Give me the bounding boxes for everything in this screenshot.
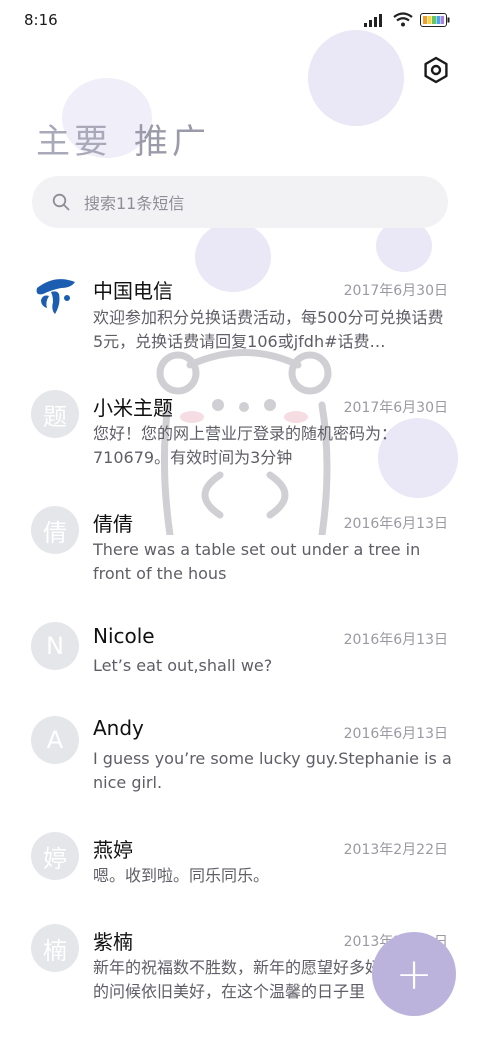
status-time: 8:16 — [24, 11, 58, 29]
contact-name: 燕婷 — [93, 838, 133, 862]
contact-name: 中国电信 — [93, 279, 173, 303]
message-date: 2016年6月13日 — [343, 632, 448, 648]
search-icon — [52, 193, 70, 211]
message-date: 2013年2月22日 — [343, 842, 448, 858]
contact-name: Andy — [93, 716, 144, 740]
message-preview: I guess you’re some lucky guy.Stephanie … — [93, 749, 452, 792]
wifi-icon — [393, 12, 413, 27]
avatar: A — [31, 716, 79, 764]
contact-name: 倩倩 — [93, 512, 133, 536]
status-bar: 8:16 — [0, 0, 480, 40]
search-placeholder: 搜索11条短信 — [84, 194, 185, 213]
message-date: 2016年6月13日 — [343, 516, 448, 532]
contact-name: 紫楠 — [93, 930, 133, 954]
message-preview: There was a table set out under a tree i… — [93, 540, 421, 583]
message-preview: 嗯。收到啦。同乐同乐。 — [93, 866, 270, 885]
plus-icon: + — [395, 948, 433, 1000]
avatar: 题 — [31, 390, 79, 438]
contact-name: Nicole — [93, 624, 155, 648]
message-date: 2017年6月30日 — [343, 400, 448, 416]
avatar: 楠 — [31, 924, 79, 972]
china-telecom-logo-icon — [36, 279, 75, 314]
message-preview: 欢迎参加积分兑换话费活动，每500分可兑换话费5元，兑换话费请回复106或jfd… — [93, 308, 444, 351]
battery-icon — [420, 12, 450, 27]
contact-name: 小米主题 — [93, 396, 173, 420]
message-date: 2017年6月30日 — [343, 283, 448, 299]
decor-bubble — [308, 30, 404, 126]
message-preview: 您好！您的网上营业厅登录的随机密码为：710679。有效时间为3分钟 — [93, 424, 398, 467]
message-preview: Let’s eat out,shall we? — [93, 656, 273, 675]
tab-bar: 主要 推广 — [36, 114, 210, 163]
avatar: 倩 — [31, 506, 79, 554]
search-bar[interactable]: 搜索11条短信 — [32, 176, 448, 228]
new-message-button[interactable]: + — [372, 932, 456, 1016]
status-icons — [364, 12, 450, 27]
tab-promotions[interactable]: 推广 — [134, 114, 210, 163]
message-date: 2016年6月13日 — [343, 726, 448, 742]
decor-bubble — [195, 222, 271, 292]
settings-hexagon-icon[interactable] — [422, 56, 450, 84]
avatar: N — [31, 622, 79, 670]
tab-primary[interactable]: 主要 — [36, 114, 112, 163]
avatar: 婷 — [31, 832, 79, 880]
signal-icon — [364, 13, 382, 27]
avatar — [31, 270, 79, 318]
